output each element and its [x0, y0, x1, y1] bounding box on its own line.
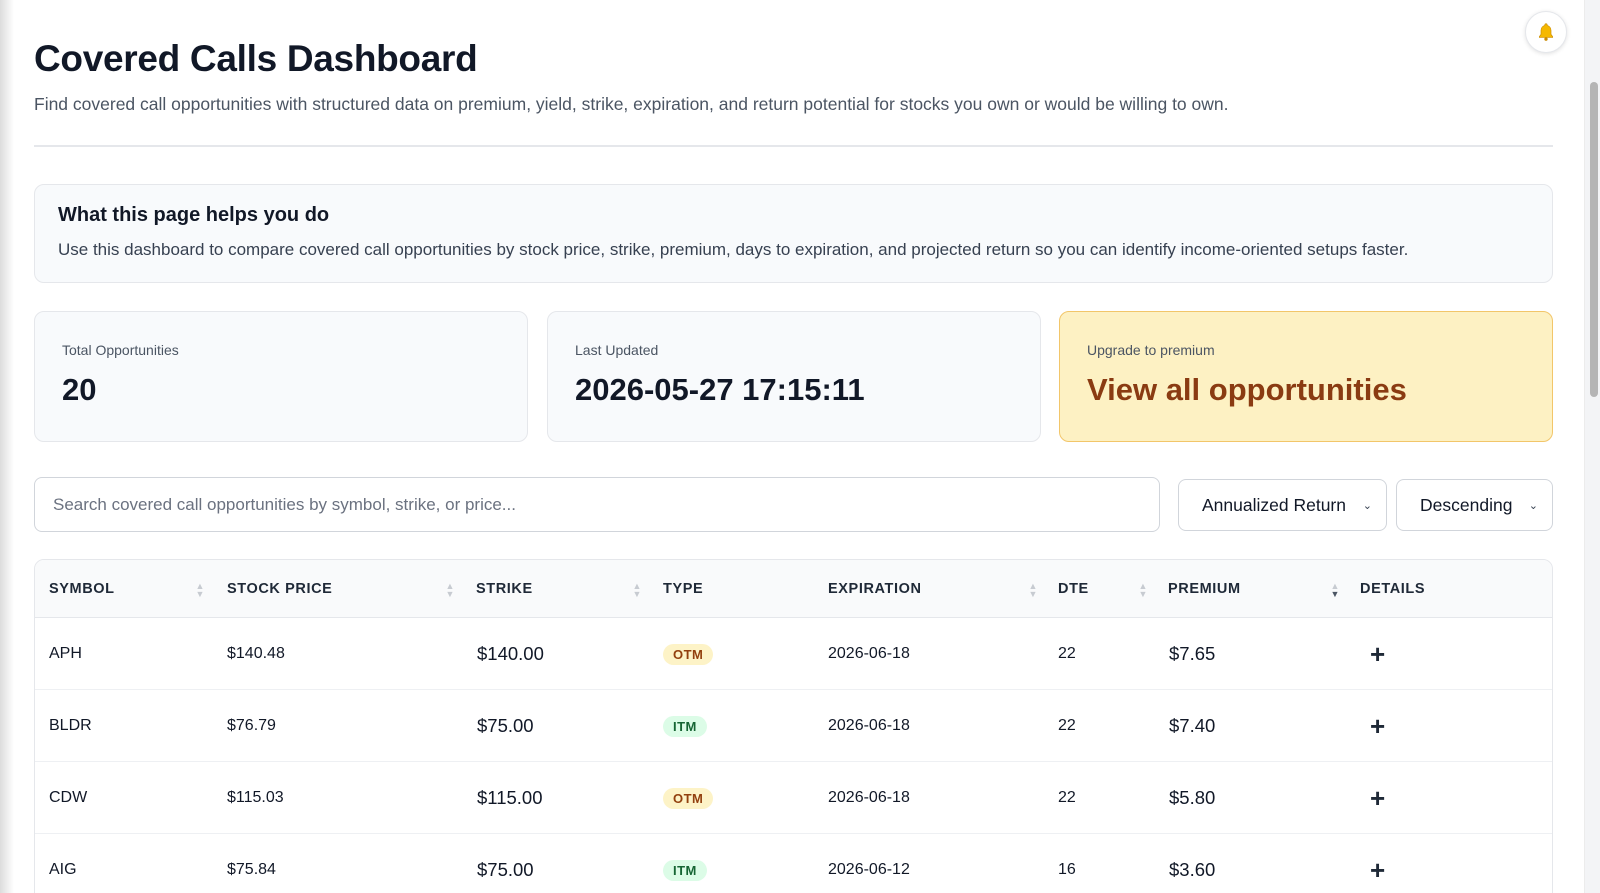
scrollbar[interactable]: [1584, 0, 1600, 893]
dte-cell: 22: [1058, 789, 1076, 806]
sort-icon[interactable]: ▲ ▼: [1028, 581, 1038, 599]
column-header-strike[interactable]: STRIKE: [476, 560, 533, 618]
total-opportunities-card: Total Opportunities 20: [34, 311, 528, 442]
sort-descending-icon[interactable]: ▲ ▼: [1330, 581, 1340, 599]
stock-price-cell: $76.79: [227, 717, 276, 734]
sort-order-select[interactable]: Descending ⌄: [1396, 479, 1553, 531]
last-updated-value: 2026-05-27 17:15:11: [575, 372, 865, 407]
info-title: What this page helps you do: [58, 204, 330, 226]
sort-icon[interactable]: ▲ ▼: [632, 581, 642, 599]
expiration-cell: 2026-06-18: [828, 789, 910, 806]
premium-cell: $7.65: [1169, 643, 1216, 664]
expiration-cell: 2026-06-18: [828, 645, 910, 662]
page-title: Covered Calls Dashboard: [34, 38, 478, 79]
column-header-symbol[interactable]: SYMBOL: [49, 560, 115, 618]
table-row: CDW $115.03 $115.00 OTM 2026-06-18 22 $5…: [35, 762, 1552, 834]
dte-cell: 22: [1058, 645, 1076, 662]
type-badge: ITM: [663, 715, 707, 737]
type-badge: ITM: [663, 859, 707, 881]
info-box: What this page helps you do Use this das…: [34, 184, 1553, 283]
column-header-details: DETAILS: [1360, 581, 1426, 597]
column-header-expiration[interactable]: EXPIRATION: [828, 560, 922, 618]
upgrade-premium-card[interactable]: Upgrade to premium View all opportunitie…: [1059, 311, 1553, 442]
dte-cell: 16: [1058, 861, 1076, 878]
strike-cell: $75.00: [477, 859, 534, 880]
sort-order-value: Descending: [1420, 494, 1513, 515]
strike-cell: $115.00: [477, 787, 543, 808]
chevron-down-icon: ⌄: [1362, 499, 1372, 512]
premium-cell: $5.80: [1169, 787, 1216, 808]
symbol-cell: BLDR: [49, 717, 92, 734]
sort-icon[interactable]: ▲ ▼: [195, 581, 205, 599]
symbol-cell: CDW: [49, 789, 88, 806]
sort-field-value: Annualized Return: [1202, 494, 1346, 515]
stock-price-cell: $75.84: [227, 861, 276, 878]
search-input[interactable]: [34, 477, 1160, 532]
type-badge: OTM: [663, 787, 714, 809]
info-text: Use this dashboard to compare covered ca…: [58, 240, 1409, 259]
window-edge-shadow: [0, 0, 14, 893]
column-header-stock-price[interactable]: STOCK PRICE: [227, 560, 332, 618]
strike-cell: $140.00: [477, 643, 544, 664]
expand-details-button[interactable]: +: [1370, 783, 1385, 814]
total-opportunities-value: 20: [62, 372, 97, 407]
view-all-opportunities-link[interactable]: View all opportunities: [1087, 372, 1525, 408]
premium-cell: $3.60: [1169, 859, 1216, 880]
symbol-cell: APH: [49, 645, 82, 662]
table-row: BLDR $76.79 $75.00 ITM 2026-06-18 22 $7.…: [35, 690, 1552, 762]
notifications-button[interactable]: [1525, 11, 1567, 53]
column-header-type: TYPE: [663, 581, 704, 597]
stat-label: Last Updated: [575, 342, 659, 358]
strike-cell: $75.00: [477, 715, 534, 736]
expand-details-button[interactable]: +: [1370, 855, 1385, 886]
premium-cell: $7.40: [1169, 715, 1216, 736]
symbol-cell: AIG: [49, 861, 77, 878]
last-updated-card: Last Updated 2026-05-27 17:15:11: [547, 311, 1041, 442]
opportunities-table: SYMBOL ▲ ▼ STOCK PRICE ▲ ▼ STRIKE ▲ ▼ TYPE …: [34, 559, 1553, 893]
table-row: AIG $75.84 $75.00 ITM 2026-06-12 16 $3.6…: [35, 834, 1552, 893]
sort-icon[interactable]: ▲ ▼: [1138, 581, 1148, 599]
dte-cell: 22: [1058, 717, 1076, 734]
header-divider: [34, 145, 1553, 147]
expiration-cell: 2026-06-18: [828, 717, 910, 734]
sort-icon[interactable]: ▲ ▼: [445, 581, 455, 599]
table-row: APH $140.48 $140.00 OTM 2026-06-18 22 $7…: [35, 618, 1552, 690]
stat-label: Upgrade to premium: [1087, 342, 1215, 358]
expand-details-button[interactable]: +: [1370, 711, 1385, 742]
type-badge: OTM: [663, 643, 714, 665]
column-header-premium[interactable]: PREMIUM: [1168, 560, 1241, 618]
stock-price-cell: $115.03: [227, 789, 284, 806]
sort-field-select[interactable]: Annualized Return ⌄: [1178, 479, 1387, 531]
column-header-dte[interactable]: DTE: [1058, 560, 1089, 618]
chevron-down-icon: ⌄: [1528, 499, 1538, 512]
expiration-cell: 2026-06-12: [828, 861, 910, 878]
bell-icon: [1539, 23, 1553, 41]
table-header: SYMBOL ▲ ▼ STOCK PRICE ▲ ▼ STRIKE ▲ ▼ TYPE …: [35, 560, 1552, 618]
page-subtitle: Find covered call opportunities with str…: [34, 94, 1229, 114]
stat-label: Total Opportunities: [62, 342, 179, 358]
expand-details-button[interactable]: +: [1370, 639, 1385, 670]
stock-price-cell: $140.48: [227, 645, 285, 662]
scrollbar-thumb[interactable]: [1590, 82, 1598, 397]
